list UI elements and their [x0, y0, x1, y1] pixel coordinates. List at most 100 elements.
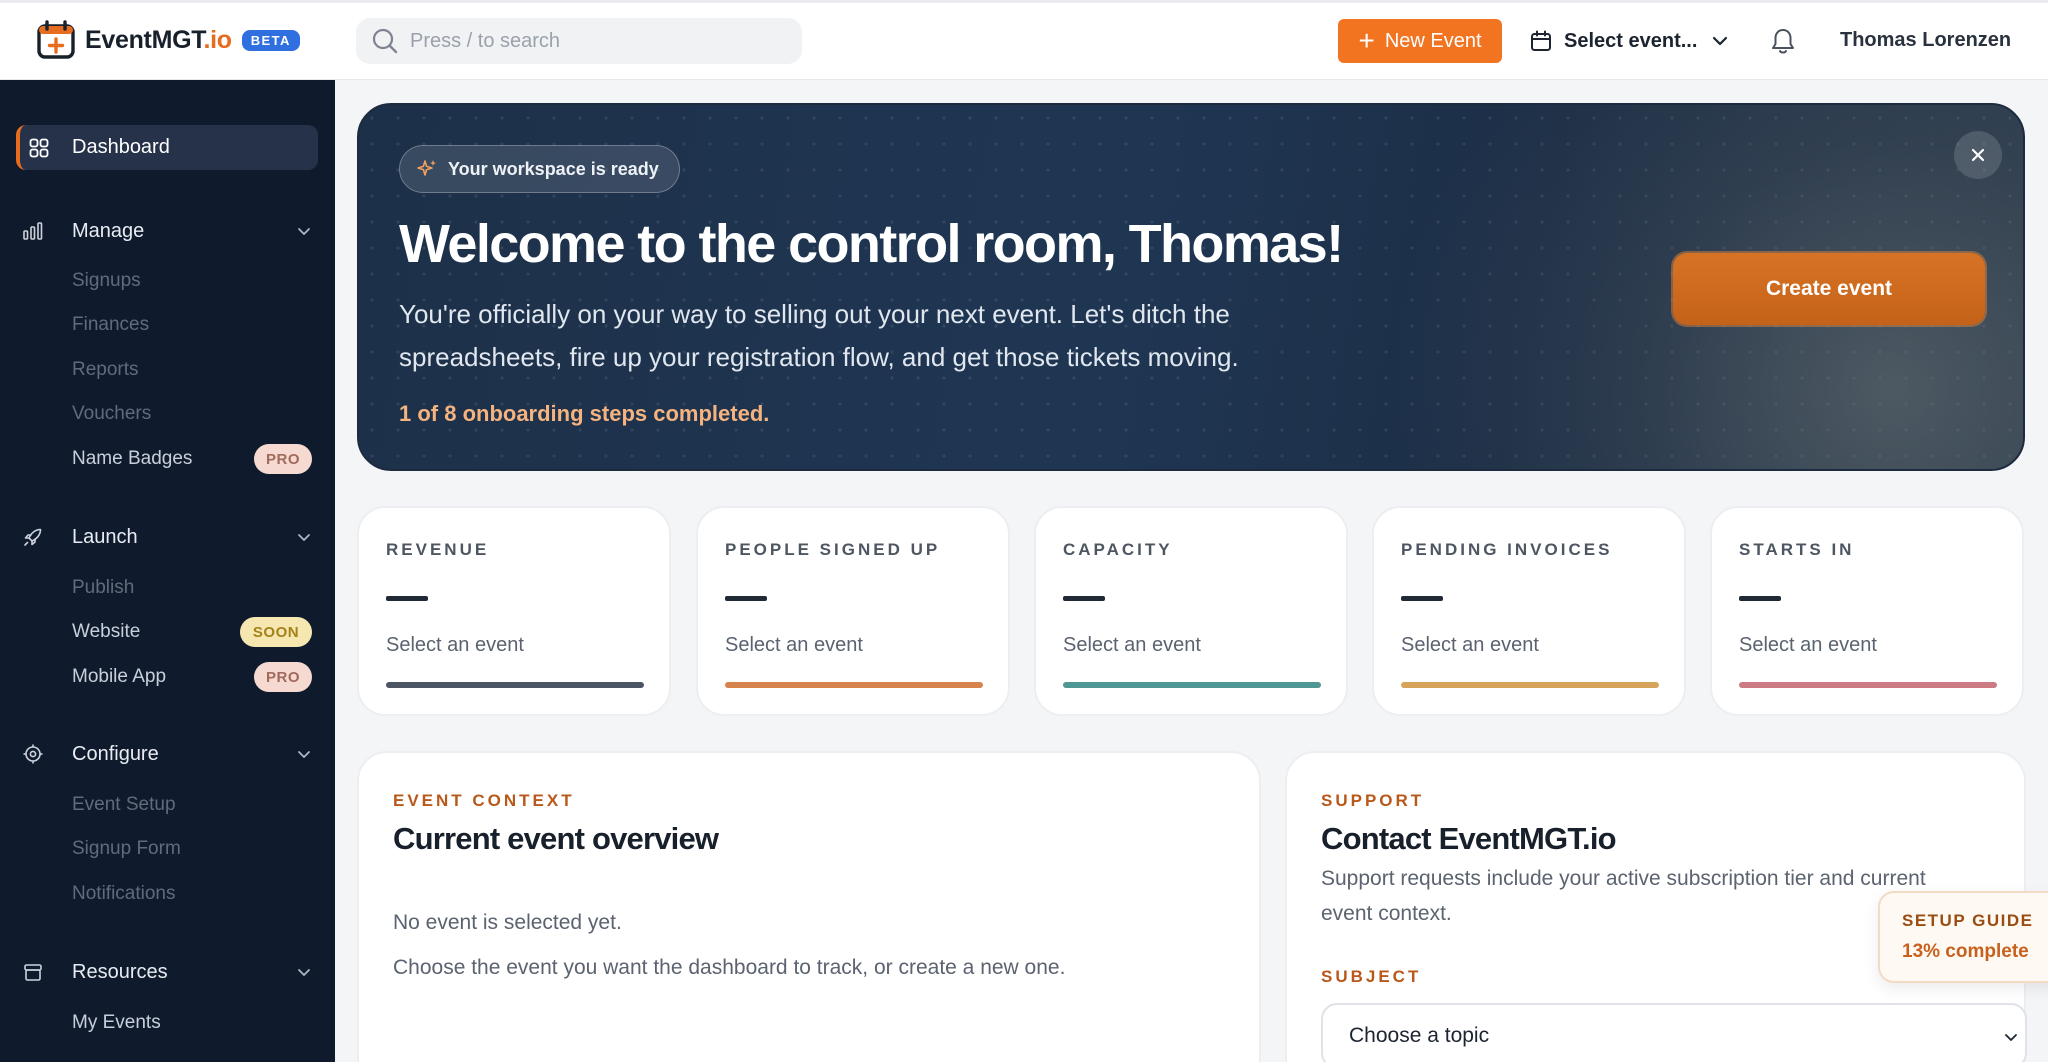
search-icon	[372, 28, 398, 54]
pill-text: Your workspace is ready	[448, 158, 659, 179]
support-description: Support requests include your active sub…	[1321, 867, 1926, 890]
stat-value-placeholder: —	[1739, 596, 1781, 601]
grid-icon	[29, 138, 49, 157]
sidebar-section-label: Resources	[72, 960, 168, 983]
pro-badge: PRO	[254, 444, 312, 474]
brand-name: EventMGT.io	[85, 25, 232, 54]
stat-card-capacity[interactable]: CAPACITY — Select an event	[1034, 506, 1348, 716]
stat-accent-bar	[725, 682, 983, 688]
stat-accent-bar	[1063, 682, 1321, 688]
onboarding-progress: 1 of 8 onboarding steps completed.	[399, 401, 770, 426]
welcome-hero: Your workspace is ready Welcome to the c…	[357, 103, 2025, 471]
event-selector[interactable]: Select event...	[1530, 19, 1729, 63]
rocket-icon	[24, 528, 42, 546]
sidebar-item-website[interactable]: Website	[72, 621, 140, 643]
sidebar-item-my-events[interactable]: My Events	[72, 1012, 161, 1034]
event-context-panel: EVENT CONTEXT Current event overview No …	[357, 751, 1261, 1062]
sidebar-item-event-setup[interactable]: Event Setup	[72, 794, 176, 816]
stat-hint: Select an event	[386, 634, 524, 656]
sidebar-item-notifications[interactable]: Notifications	[72, 883, 176, 905]
stat-accent-bar	[1401, 682, 1659, 688]
stat-value-placeholder: —	[725, 596, 767, 601]
chevron-down-icon	[298, 751, 310, 758]
pro-badge: PRO	[254, 662, 312, 692]
stat-title: PENDING INVOICES	[1401, 540, 1613, 559]
archive-icon	[24, 964, 42, 981]
sidebar-item-mobile-app[interactable]: Mobile App	[72, 666, 166, 688]
sidebar-item-signups[interactable]: Signups	[72, 270, 141, 292]
setup-guide-widget[interactable]: SETUP GUIDE 13% complete	[1878, 891, 2048, 983]
sidebar-section-manage[interactable]: Manage	[22, 216, 312, 246]
search-box[interactable]	[356, 18, 802, 64]
stat-card-revenue[interactable]: REVENUE — Select an event	[357, 506, 671, 716]
sidebar-item-name-badges[interactable]: Name Badges	[72, 448, 192, 470]
stat-value-placeholder: —	[1401, 596, 1443, 601]
user-name[interactable]: Thomas Lorenzen	[1840, 29, 2011, 52]
plus-icon: +	[1358, 25, 1375, 56]
chevron-down-icon	[298, 969, 310, 976]
workspace-ready-pill: Your workspace is ready	[399, 145, 680, 193]
setup-guide-progress: 13% complete	[1902, 941, 2029, 962]
sidebar-section-configure[interactable]: Configure	[22, 739, 312, 769]
stat-title: STARTS IN	[1739, 540, 1855, 559]
beta-badge: BETA	[241, 29, 300, 51]
chevron-down-icon	[2005, 1034, 2017, 1041]
chevron-down-icon	[298, 534, 310, 541]
sidebar-section-launch[interactable]: Launch	[22, 522, 312, 552]
stat-hint: Select an event	[1063, 634, 1201, 656]
hero-description: You're officially on your way to selling…	[399, 299, 1239, 372]
stat-hint: Select an event	[1401, 634, 1539, 656]
subject-label: SUBJECT	[1321, 967, 1422, 986]
stat-accent-bar	[1739, 682, 1997, 688]
sidebar-section-label: Manage	[72, 219, 145, 242]
event-context-eyebrow: EVENT CONTEXT	[393, 791, 575, 810]
stat-title: PEOPLE SIGNED UP	[725, 540, 941, 559]
sidebar-item-reports[interactable]: Reports	[72, 359, 139, 381]
setup-guide-title: SETUP GUIDE	[1902, 911, 2034, 930]
sparkle-icon	[417, 160, 436, 176]
top-border	[0, 0, 2048, 3]
stat-hint: Select an event	[725, 634, 863, 656]
brand[interactable]: EventMGT.io BETA	[36, 20, 300, 60]
stat-title: REVENUE	[386, 540, 490, 559]
soon-badge: SOON	[240, 617, 312, 647]
stat-title: CAPACITY	[1063, 540, 1173, 559]
stat-card-starts-in[interactable]: STARTS IN — Select an event	[1710, 506, 2024, 716]
stat-card-people-signed-up[interactable]: PEOPLE SIGNED UP — Select an event	[696, 506, 1010, 716]
bar-chart-icon	[23, 222, 43, 240]
sidebar-item-dashboard[interactable]: Dashboard	[16, 125, 318, 170]
topic-select-value: Choose a topic	[1349, 1024, 1490, 1047]
top-bar: EventMGT.io BETA + New Event Select even…	[0, 0, 2048, 80]
search-input[interactable]	[410, 29, 790, 53]
chevron-down-icon	[298, 228, 310, 235]
calendar-logo-icon	[37, 20, 75, 59]
sidebar-item-label: Dashboard	[72, 136, 170, 158]
chevron-down-icon	[1713, 36, 1728, 46]
support-description-2: event context.	[1321, 902, 1452, 925]
sidebar-section-resources[interactable]: Resources	[22, 957, 312, 987]
hero-title: Welcome to the control room, Thomas!	[399, 214, 1344, 274]
event-select-label: Select event...	[1564, 29, 1698, 52]
stat-value-placeholder: —	[1063, 596, 1105, 601]
new-event-button[interactable]: + New Event	[1338, 19, 1502, 63]
event-context-title: Current event overview	[393, 821, 719, 856]
sidebar-section-label: Configure	[72, 742, 159, 765]
create-event-button[interactable]: Create event	[1673, 253, 1985, 325]
sidebar-item-finances[interactable]: Finances	[72, 314, 149, 336]
choose-event-text: Choose the event you want the dashboard …	[393, 956, 1066, 979]
new-event-label: New Event	[1384, 29, 1482, 52]
sidebar-item-publish[interactable]: Publish	[72, 577, 134, 599]
support-eyebrow: SUPPORT	[1321, 791, 1425, 810]
stat-value-placeholder: —	[386, 596, 428, 601]
close-hero-button[interactable]	[1954, 131, 2002, 179]
close-icon	[1971, 148, 1985, 162]
stat-hint: Select an event	[1739, 634, 1877, 656]
sidebar-item-vouchers[interactable]: Vouchers	[72, 403, 151, 425]
topic-select[interactable]: Choose a topic	[1321, 1003, 2027, 1062]
bell-icon[interactable]	[1768, 26, 1798, 56]
sidebar: Dashboard Manage Signups Finances Report…	[0, 80, 335, 1062]
sidebar-item-signup-form[interactable]: Signup Form	[72, 838, 181, 860]
support-title: Contact EventMGT.io	[1321, 821, 1617, 856]
sidebar-section-label: Launch	[72, 525, 138, 548]
stat-card-pending-invoices[interactable]: PENDING INVOICES — Select an event	[1372, 506, 1686, 716]
